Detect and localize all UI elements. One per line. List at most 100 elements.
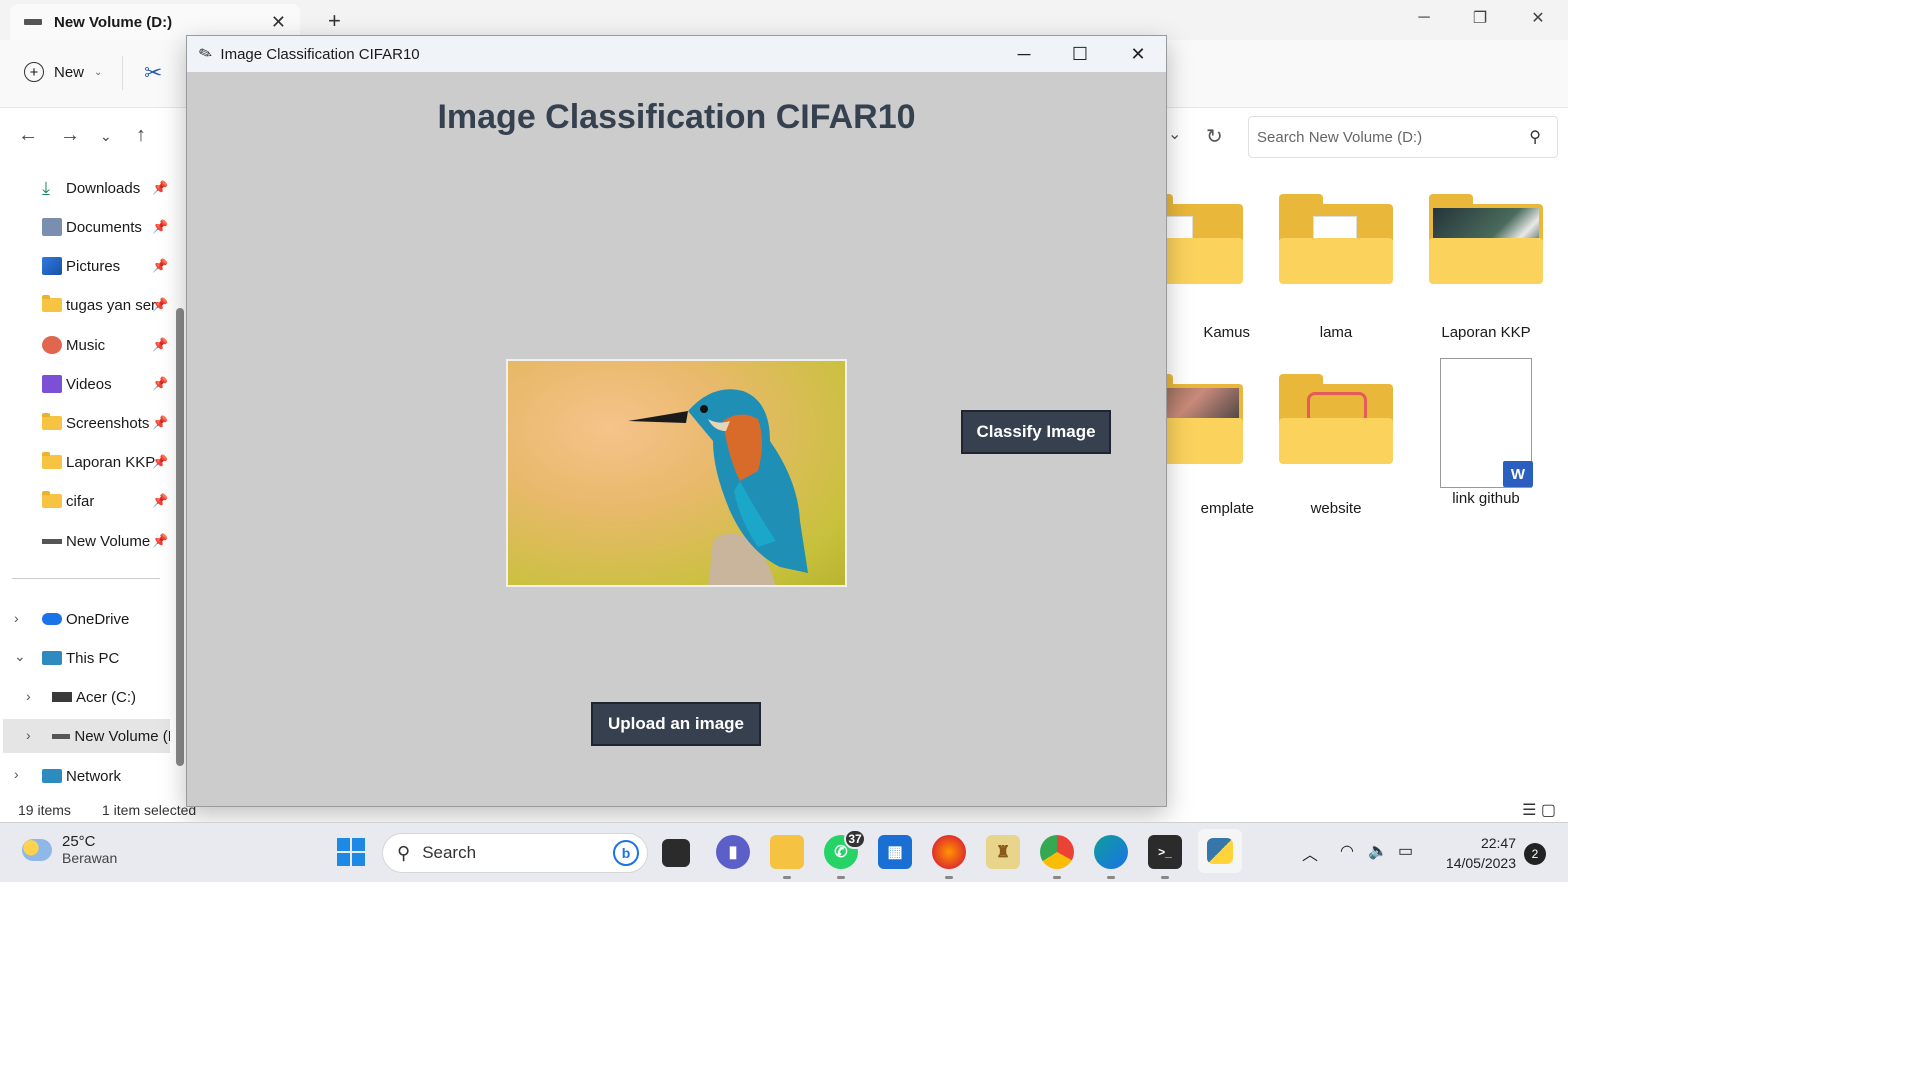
chrome-icon[interactable] [1040, 835, 1074, 879]
sidebar-item-onedrive[interactable]: OneDrive [0, 602, 170, 636]
new-button[interactable]: + New ⌄ [24, 62, 102, 82]
pin-icon[interactable]: 📌 [152, 180, 168, 196]
sidebar-item-network[interactable]: Network [0, 759, 170, 793]
edge-icon[interactable] [1094, 835, 1128, 879]
sidebar-item-videos[interactable]: Videos 📌 [0, 367, 170, 401]
sidebar-item-music[interactable]: Music 📌 [0, 328, 170, 362]
show-hidden-icons[interactable]: ︿ [1302, 841, 1318, 865]
pin-icon[interactable]: 📌 [152, 415, 168, 431]
classify-image-button[interactable]: Classify Image [961, 410, 1111, 454]
dialog-maximize-button[interactable]: ☐ [1051, 36, 1109, 72]
pin-icon[interactable]: 📌 [152, 297, 168, 313]
whatsapp-icon[interactable]: ✆ 37 [824, 829, 866, 879]
python-app-icon[interactable] [1198, 829, 1242, 873]
new-label: New [54, 63, 85, 81]
selection-count: 1 item selected [102, 802, 197, 818]
windows-logo-icon [337, 838, 365, 866]
sidebar-item-pictures[interactable]: Pictures 📌 [0, 249, 170, 283]
file-item[interactable]: website [1266, 374, 1406, 517]
wifi-icon[interactable]: ◠ [1340, 841, 1354, 861]
pin-icon[interactable]: 📌 [152, 493, 168, 509]
sidebar-item-this-pc[interactable]: This PC [0, 641, 170, 675]
start-button[interactable] [334, 835, 368, 869]
taskbar-search[interactable]: ⚲ Search b [382, 833, 648, 873]
volume-icon[interactable]: 🔈 [1368, 841, 1388, 861]
back-icon[interactable]: ← [18, 124, 38, 147]
folder-icon [42, 295, 62, 312]
chevron-right-icon[interactable]: › [26, 727, 31, 743]
pin-icon[interactable]: 📌 [152, 376, 168, 392]
file-name: lama [1319, 324, 1353, 341]
classifier-window: ✎ Image Classification CIFAR10 ─ ☐ ✕ Ima… [186, 35, 1167, 807]
network-icon [42, 769, 62, 783]
search-icon: ⚲ [397, 842, 411, 863]
weather-widget[interactable]: 25°C Berawan [22, 833, 117, 866]
minimize-button[interactable]: ─ [1396, 0, 1452, 36]
file-item[interactable]: lama [1266, 194, 1406, 341]
folder-icon [1279, 374, 1393, 464]
close-tab-icon[interactable]: ✕ [271, 12, 286, 33]
weather-desc: Berawan [62, 850, 118, 866]
search-input[interactable]: Search New Volume (D:) ⚲ [1248, 116, 1558, 158]
forward-icon[interactable]: → [60, 124, 80, 147]
pin-icon[interactable]: 📌 [152, 454, 168, 470]
sidebar-item-acer[interactable]: Acer (C:) [0, 680, 170, 714]
kingfisher-image [628, 389, 808, 585]
pin-icon[interactable]: 📌 [152, 258, 168, 274]
file-explorer-icon[interactable] [770, 835, 804, 879]
cut-icon[interactable]: ✂ [144, 60, 162, 86]
refresh-icon[interactable]: ↻ [1206, 124, 1223, 149]
sidebar-item-new-volume[interactable]: New Volume 📌 [0, 524, 170, 558]
date: 14/05/2023 [1445, 855, 1516, 871]
clock[interactable]: 22:47 14/05/2023 [1436, 833, 1516, 873]
task-view-icon[interactable] [662, 839, 690, 867]
teams-chat-icon[interactable]: ▮ [716, 835, 750, 869]
sidebar-item-downloads[interactable]: ⤓ Downloads 📌 [0, 171, 170, 205]
image-preview [506, 359, 847, 587]
new-tab-button[interactable]: + [328, 8, 341, 34]
pin-icon[interactable]: 📌 [152, 337, 168, 353]
firefox-icon[interactable] [932, 835, 966, 879]
dialog-titlebar[interactable]: ✎ Image Classification CIFAR10 ─ ☐ ✕ [187, 36, 1166, 72]
terminal-icon[interactable]: >_ [1148, 835, 1182, 879]
drive-icon [42, 538, 62, 544]
view-toggle-icons[interactable]: ☰ ▢ [1522, 800, 1556, 820]
microsoft-store-icon[interactable]: ▦ [878, 835, 912, 869]
sidebar-item-screenshots[interactable]: Screenshots 📌 [0, 406, 170, 440]
dialog-title: Image Classification CIFAR10 [220, 45, 420, 63]
folder-icon [1279, 194, 1393, 284]
battery-icon[interactable]: ▭ [1398, 841, 1413, 861]
sidebar-item-documents[interactable]: Documents 📌 [0, 210, 170, 244]
pictures-icon [42, 257, 62, 275]
sidebar-item-tugas[interactable]: tugas yan ser 📌 [0, 288, 170, 322]
sidebar-scrollbar[interactable] [176, 308, 184, 766]
file-name: link github [1452, 490, 1520, 507]
file-item[interactable]: Laporan KKP [1416, 194, 1556, 341]
dialog-close-button[interactable]: ✕ [1109, 36, 1167, 72]
address-dropdown-icon[interactable]: ⌄ [1168, 124, 1181, 144]
notification-badge[interactable]: 2 [1524, 843, 1546, 865]
game-icon[interactable]: ♜ [986, 835, 1020, 869]
sidebar-item-cifar[interactable]: cifar 📌 [0, 484, 170, 518]
time: 22:47 [1480, 835, 1516, 851]
sidebar-item-laporan-kkp[interactable]: Laporan KKP 📌 [0, 445, 170, 479]
sidebar-divider [12, 578, 160, 579]
recent-dropdown-icon[interactable]: ⌄ [100, 128, 112, 145]
pin-icon[interactable]: 📌 [152, 533, 168, 549]
bing-icon[interactable]: b [613, 840, 639, 866]
taskbar-search-label: Search [422, 843, 477, 862]
folder-icon [42, 452, 62, 469]
upload-image-button[interactable]: Upload an image [591, 702, 761, 746]
folder-icon [42, 413, 62, 430]
taskbar: 25°C Berawan ⚲ Search b ▮ ✆ 37 ▦ ♜ >_ ︿ ◠… [0, 822, 1568, 882]
file-item[interactable]: W link github [1416, 358, 1556, 507]
weather-cloud-icon [22, 838, 52, 861]
restore-button[interactable]: ❐ [1452, 0, 1508, 36]
close-window-button[interactable]: ✕ [1510, 0, 1566, 36]
dialog-minimize-button[interactable]: ─ [995, 36, 1053, 72]
sidebar-item-new-volume-d[interactable]: › New Volume (D [3, 719, 170, 753]
feather-icon: ✎ [196, 44, 216, 65]
pin-icon[interactable]: 📌 [152, 219, 168, 235]
tab-title: New Volume (D:) [54, 13, 173, 31]
up-icon[interactable]: ↑ [136, 124, 146, 147]
